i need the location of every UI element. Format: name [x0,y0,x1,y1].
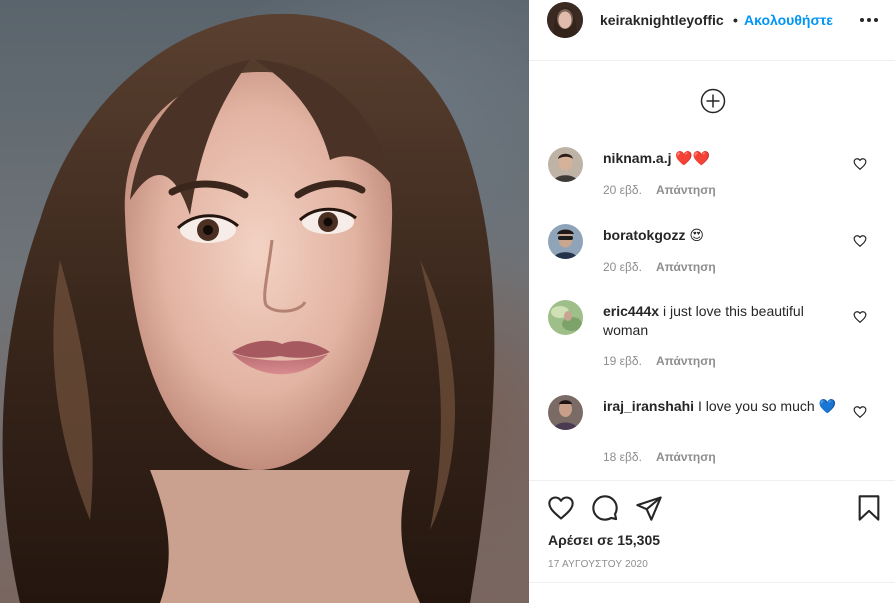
comment-username[interactable]: niknam.a.j [603,150,671,166]
author-username[interactable]: keiraknightleyoffic [600,12,724,28]
post-photo[interactable] [0,0,529,603]
comment-body: ❤️❤️ [675,150,711,166]
portrait-illustration [2,13,495,603]
follow-button[interactable]: Ακολουθήστε [744,12,833,28]
comment-like-heart-icon[interactable] [853,405,867,419]
comment-meta: 20 εβδ. Απάντηση [603,260,716,274]
comment-text: niknam.a.j ❤️❤️ [603,149,843,168]
commenter-avatar-image [548,224,583,259]
comment-body: 😍 [689,227,704,243]
comment-icon[interactable] [591,494,619,522]
likes-count[interactable]: Αρέσει σε 15,305 [548,532,660,548]
comment-text: eric444x i just love this beautiful woma… [603,302,843,340]
reply-button[interactable]: Απάντηση [656,450,716,464]
more-options-icon[interactable] [857,10,881,30]
heart-icon[interactable] [547,494,575,522]
commenter-avatar[interactable] [548,395,583,430]
instagram-post-view: keiraknightleyoffic • Ακολουθήστε niknam… [0,0,895,603]
post-side-panel: keiraknightleyoffic • Ακολουθήστε niknam… [529,0,895,603]
commenter-avatar[interactable] [548,224,583,259]
divider [529,582,895,583]
author-avatar-image [547,2,583,38]
reply-button[interactable]: Απάντηση [656,260,716,274]
share-icon[interactable] [635,494,663,522]
comment-like-heart-icon[interactable] [853,157,867,171]
commenter-avatar[interactable] [548,300,583,335]
comment-username[interactable]: iraj_iranshahi [603,398,694,414]
comment-body: I love you so much 💙 [697,398,836,414]
comment-like-heart-icon[interactable] [853,310,867,324]
bookmark-icon[interactable] [855,494,883,522]
commenter-avatar-image [548,147,583,182]
commenter-avatar-image [548,395,583,430]
comment-meta: 19 εβδ. Απάντηση [603,354,716,368]
commenter-avatar[interactable] [548,147,583,182]
comment-time: 20 εβδ. [603,183,642,197]
post-header: keiraknightleyoffic • Ακολουθήστε [529,0,895,61]
comment-meta: 18 εβδ. Απάντηση [603,450,716,464]
comment-username[interactable]: eric444x [603,303,659,319]
comment-text: iraj_iranshahi I love you so much 💙 [603,397,843,416]
comment-time: 20 εβδ. [603,260,642,274]
comment-time: 18 εβδ. [603,450,642,464]
commenter-avatar-image [548,300,583,335]
circle-plus-icon[interactable] [700,88,726,114]
header-separator: • [733,12,738,28]
comment-username[interactable]: boratokgozz [603,227,685,243]
reply-button[interactable]: Απάντηση [656,183,716,197]
post-actions: Αρέσει σε 15,305 17 ΑΥΓΟΥΣΤΟΥ 2020 [529,480,895,603]
comment-text: boratokgozz 😍 [603,226,843,245]
post-date: 17 ΑΥΓΟΥΣΤΟΥ 2020 [548,559,649,570]
comment-meta: 20 εβδ. Απάντηση [603,183,716,197]
reply-button[interactable]: Απάντηση [656,354,716,368]
author-avatar[interactable] [547,2,583,38]
comment-like-heart-icon[interactable] [853,234,867,248]
comment-time: 19 εβδ. [603,354,642,368]
